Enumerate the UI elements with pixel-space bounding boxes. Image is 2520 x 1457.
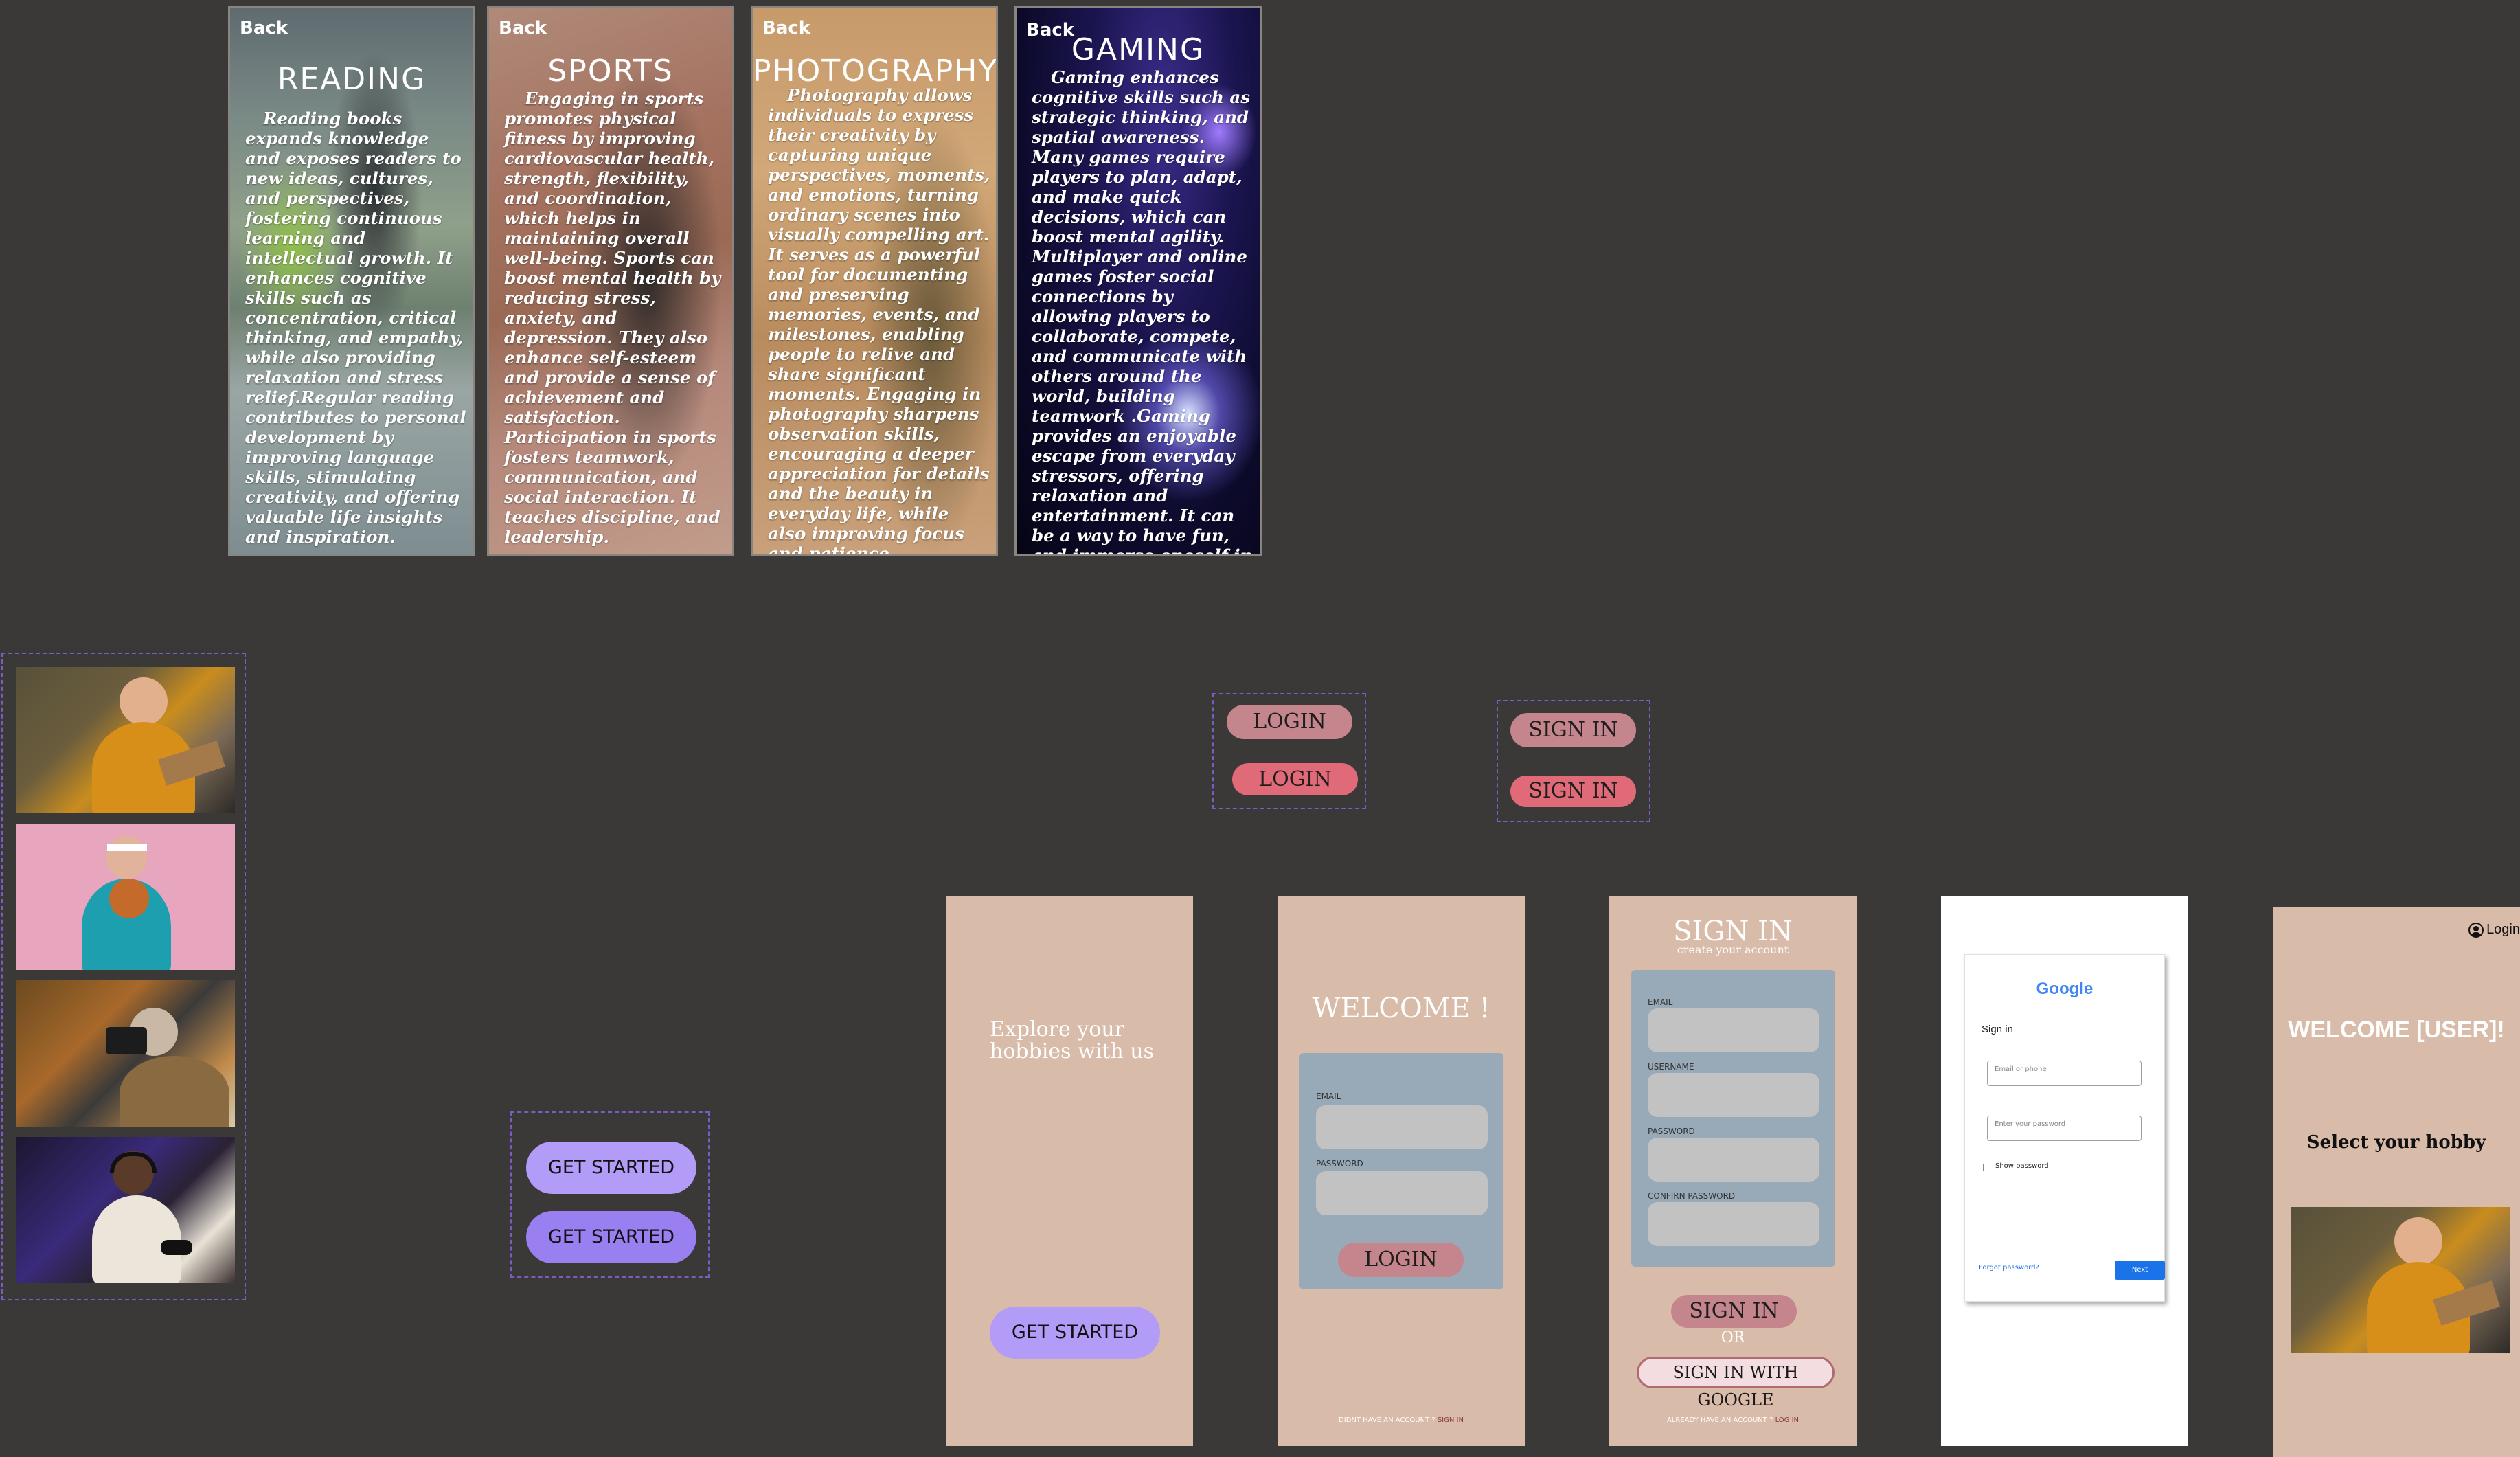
password-field[interactable]	[1316, 1171, 1488, 1215]
password-input[interactable]: Enter your password	[1987, 1116, 2142, 1141]
signup-prompt: DIDNT HAVE AN ACCOUNT ? SIGN IN	[1278, 1416, 1525, 1424]
signin-form-panel: EMAIL USERNAME PASSWORD CONFIRN PASSWORD	[1631, 970, 1835, 1267]
show-password-label: Show password	[1995, 1162, 2049, 1170]
sports-image[interactable]	[16, 824, 235, 970]
hobby-image-set	[1, 653, 246, 1300]
login-button-hover[interactable]: LOGIN	[1232, 763, 1358, 795]
card-title: READING	[277, 62, 427, 97]
login-link[interactable]: LOG IN	[1775, 1416, 1799, 1424]
sports-card: Back SPORTS Engaging in sports promotes …	[487, 6, 734, 556]
login-screen: WELCOME ! EMAIL PASSWORD LOGIN DIDNT HAV…	[1278, 896, 1525, 1446]
card-title: SPORTS	[547, 54, 674, 89]
login-button-variants: LOGIN LOGIN	[1212, 693, 1366, 809]
google-signin-dialog: Google Sign in Email or phone Enter your…	[1964, 954, 2165, 1302]
email-label: EMAIL	[1648, 997, 1673, 1007]
login-label: Login	[2486, 922, 2520, 937]
login-prompt: ALREADY HAVE AN ACCOUNT ? LOG IN	[1609, 1416, 1857, 1424]
card-title: PHOTOGRAPHY	[753, 54, 998, 89]
back-button[interactable]: Back	[762, 18, 810, 38]
reading-image[interactable]	[16, 667, 235, 813]
username-field[interactable]	[1648, 1073, 1819, 1117]
next-button[interactable]: Next	[2115, 1261, 2165, 1280]
email-field[interactable]	[1648, 1008, 1819, 1052]
password-label: PASSWORD	[1648, 1127, 1695, 1136]
forgot-password-link[interactable]: Forgot password?	[1979, 1264, 2039, 1272]
reading-hobby-card[interactable]	[2291, 1207, 2510, 1353]
confirm-password-field[interactable]	[1648, 1202, 1819, 1246]
card-description: Reading books expands knowledge and expo…	[245, 109, 466, 547]
welcome-user-title: WELCOME [USER]!	[2288, 1017, 2505, 1043]
landing-screen: Explore your hobbies with us GET STARTED	[946, 896, 1193, 1446]
reading-card: Back READING Reading books expands knowl…	[228, 6, 475, 556]
landing-headline: Explore your hobbies with us	[990, 1017, 1154, 1063]
google-signin-button[interactable]: SIGN IN WITH GOOGLE	[1637, 1357, 1835, 1410]
google-signin-heading: Sign in	[1982, 1024, 2013, 1035]
card-description: Photography allows individuals to expres…	[768, 85, 990, 556]
signin-screen: SIGN IN create your account EMAIL USERNA…	[1609, 896, 1857, 1446]
signin-button-variants: SIGN IN SIGN IN	[1497, 700, 1650, 822]
card-title: GAMING	[1071, 32, 1205, 67]
signin-button[interactable]: SIGN IN	[1671, 1295, 1797, 1328]
login-form-panel: EMAIL PASSWORD LOGIN	[1299, 1053, 1503, 1289]
signin-button-hover[interactable]: SIGN IN	[1510, 776, 1636, 807]
email-label: EMAIL	[1316, 1092, 1341, 1101]
get-started-button-hover[interactable]: GET STARTED	[526, 1211, 696, 1263]
user-circle-icon	[2468, 922, 2484, 938]
get-started-button-variants: GET STARTED GET STARTED	[510, 1111, 710, 1278]
google-signin-screen: Google Sign in Email or phone Enter your…	[1941, 896, 2188, 1446]
or-divider: OR	[1721, 1329, 1745, 1346]
card-description: Gaming enhances cognitive skills such as…	[1032, 67, 1253, 556]
photography-card: Back PHOTOGRAPHY Photography allows indi…	[751, 6, 998, 556]
email-or-phone-input[interactable]: Email or phone	[1987, 1061, 2142, 1086]
back-button[interactable]: Back	[240, 18, 288, 38]
back-button[interactable]: Back	[499, 18, 547, 38]
photography-image[interactable]	[16, 980, 235, 1127]
gaming-image[interactable]	[16, 1137, 235, 1283]
welcome-title: WELCOME !	[1312, 993, 1490, 1024]
get-started-button[interactable]: GET STARTED	[990, 1307, 1160, 1359]
show-password-checkbox[interactable]	[1983, 1164, 1990, 1171]
login-button-default[interactable]: LOGIN	[1227, 705, 1352, 739]
google-logo: Google	[1965, 980, 2164, 999]
signin-link[interactable]: SIGN IN	[1438, 1416, 1464, 1424]
welcome-user-screen: Login WELCOME [USER]! Select your hobby	[2273, 907, 2520, 1457]
signup-prompt-text: DIDNT HAVE AN ACCOUNT ?	[1339, 1416, 1435, 1424]
login-link[interactable]: Login	[2468, 922, 2520, 938]
email-field[interactable]	[1316, 1105, 1488, 1149]
card-description: Engaging in sports promotes physical fit…	[504, 89, 721, 547]
google-logo-text: Google	[2036, 980, 2093, 998]
login-button[interactable]: LOGIN	[1338, 1243, 1464, 1277]
get-started-button-default[interactable]: GET STARTED	[526, 1142, 696, 1194]
confirm-password-label: CONFIRN PASSWORD	[1648, 1191, 1736, 1201]
password-field[interactable]	[1648, 1138, 1819, 1182]
signin-subtitle: create your account	[1677, 943, 1789, 956]
gaming-card: Back GAMING Gaming enhances cognitive sk…	[1014, 6, 1262, 556]
password-label: PASSWORD	[1316, 1159, 1363, 1168]
signin-button-default[interactable]: SIGN IN	[1510, 713, 1636, 747]
login-prompt-text: ALREADY HAVE AN ACCOUNT ?	[1666, 1416, 1773, 1424]
select-hobby-label: Select your hobby	[2306, 1132, 2486, 1153]
username-label: USERNAME	[1648, 1062, 1694, 1072]
